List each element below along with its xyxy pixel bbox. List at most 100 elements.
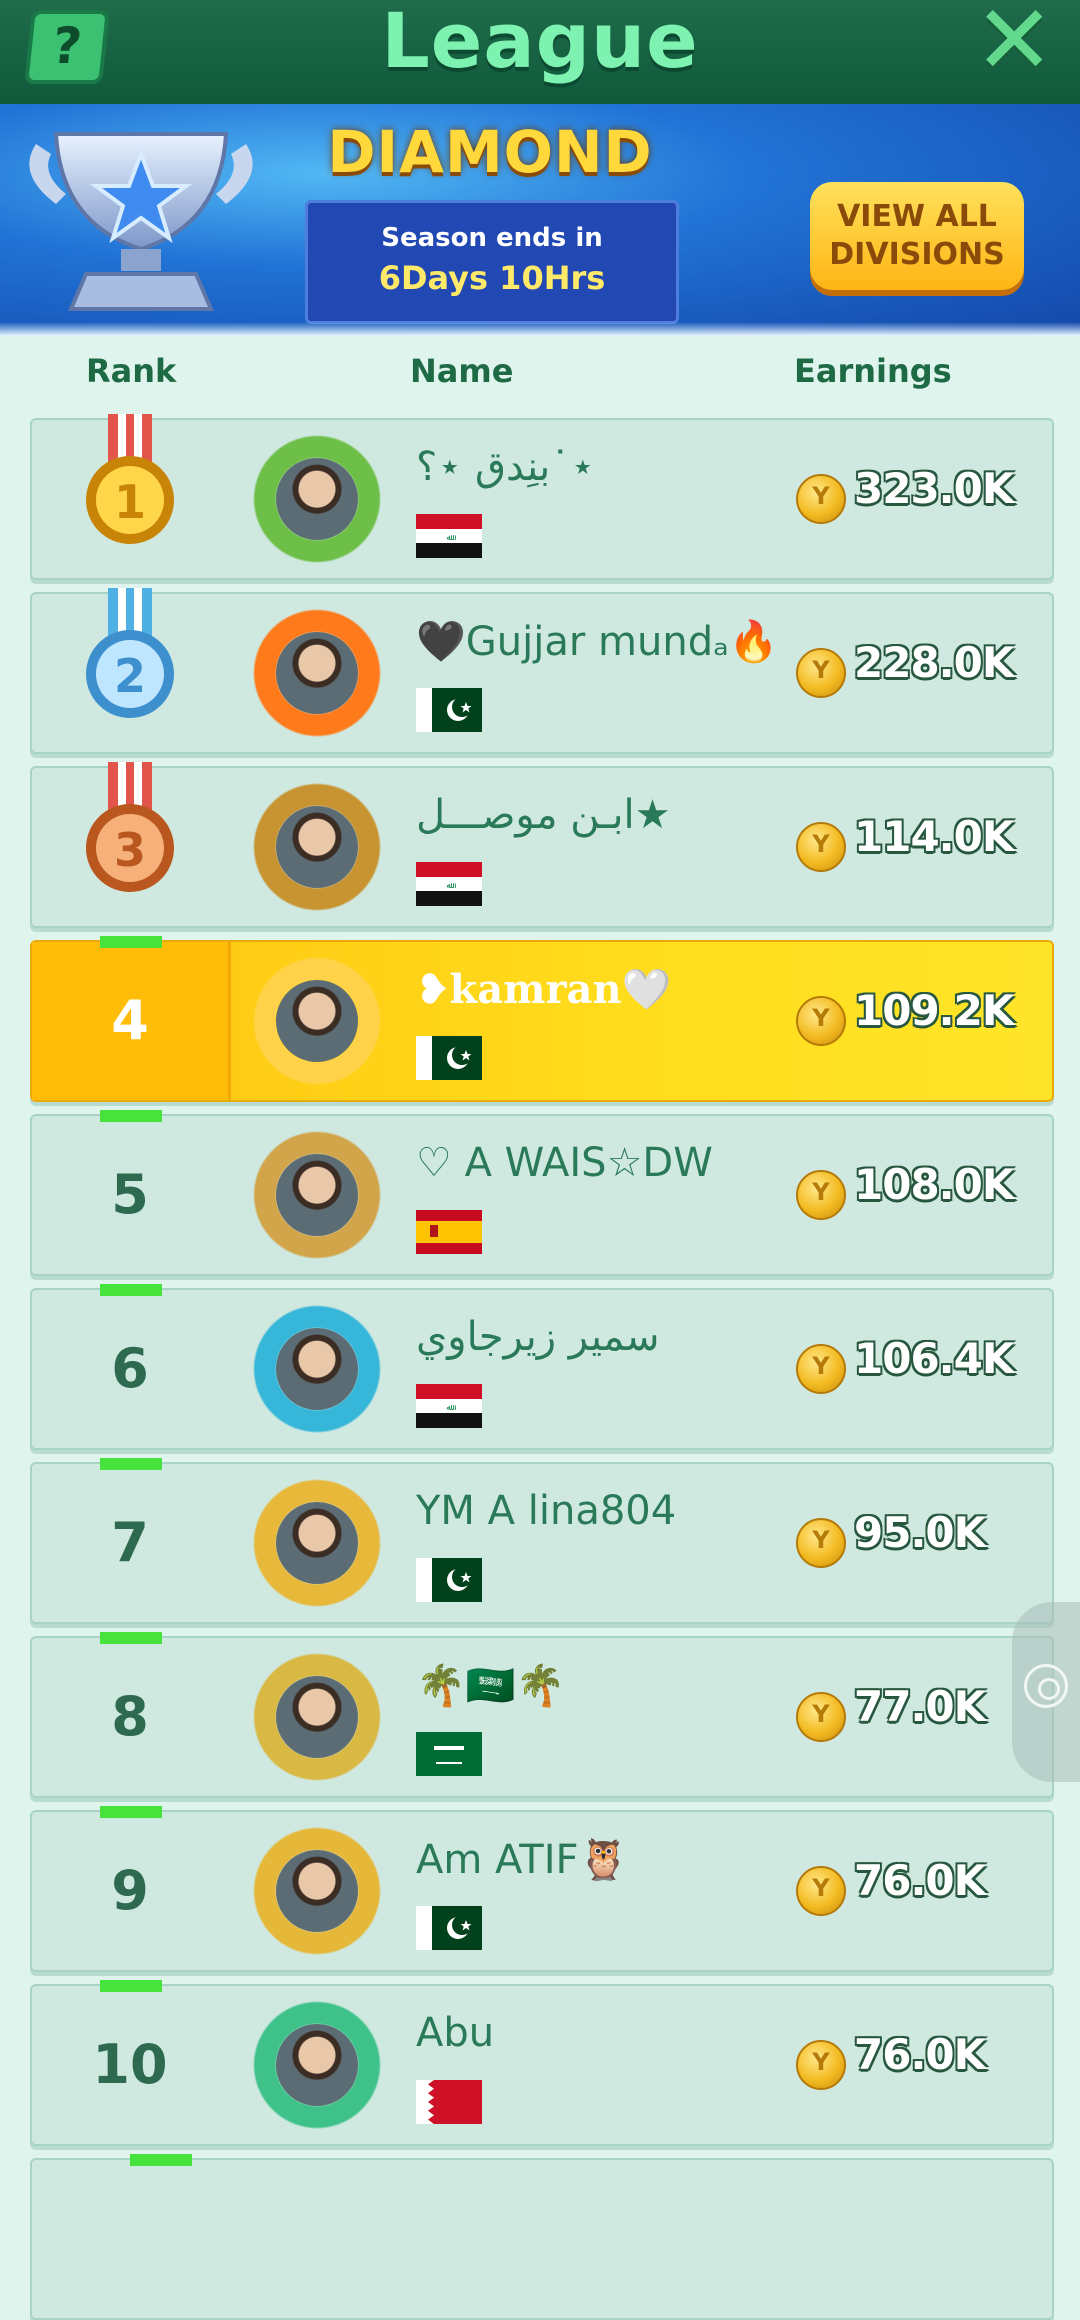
rank-change-indicator: [130, 2154, 192, 2166]
player-name: YM A lina804: [416, 1488, 677, 1534]
leaderboard-row[interactable]: 9 Am ATIF🦉 76.0K: [30, 1806, 1054, 1972]
earnings-value: 95.0K: [854, 1508, 986, 1557]
silver-medal-icon: 2: [82, 588, 178, 724]
avatar-photo: [276, 458, 358, 540]
rank-number: 8: [111, 1685, 149, 1748]
pakistan-flag-icon: [416, 1036, 482, 1080]
coin-icon: [796, 2040, 846, 2090]
leaderboard-row[interactable]: 2 🖤Gujjar mundₐ🔥 228.0K: [30, 588, 1054, 754]
rank-number: 5: [111, 1163, 149, 1226]
avatar-photo: [276, 2024, 358, 2106]
leaderboard-row-current-user[interactable]: 4 ❥kamran🤍 109.2K: [30, 936, 1054, 1102]
leaderboard-row[interactable]: 10 Abu 76.0K: [30, 1980, 1054, 2146]
svg-text:3: 3: [114, 823, 146, 877]
player-name: Abu: [416, 2010, 495, 2056]
assist-circle-icon: [1024, 1664, 1068, 1708]
iraq-flag-icon: ﷲ: [416, 514, 482, 558]
leaderboard-row[interactable]: 7 YM A lina804 95.0K: [30, 1458, 1054, 1624]
rank-number: 4: [111, 989, 149, 1052]
season-label: Season ends in: [381, 223, 603, 253]
pakistan-flag-icon: [416, 1906, 482, 1950]
leaderboard-row[interactable]: 8 🌴🇸🇦🌴 77.0K: [30, 1632, 1054, 1798]
rank-cell: 8: [32, 1632, 228, 1796]
league-banner: DIAMOND Season ends in 6Days 10Hrs VIEW …: [0, 104, 1080, 336]
earnings-value: 106.4K: [854, 1334, 1014, 1383]
avatar[interactable]: [250, 780, 384, 914]
rank-number: 9: [111, 1859, 149, 1922]
avatar[interactable]: [250, 1302, 384, 1436]
avatar-photo: [276, 806, 358, 888]
svg-text:1: 1: [114, 475, 146, 529]
leaderboard-row[interactable]: 3 ابـن موصـــل★ ﷲ 114.0K: [30, 762, 1054, 928]
leaderboard-row[interactable]: 6 سمير زيرجاوي ﷲ 106.4K: [30, 1284, 1054, 1450]
player-name: ابـن موصـــل★: [416, 792, 671, 838]
season-countdown: 6Days 10Hrs: [378, 259, 606, 297]
coin-icon: [796, 1344, 846, 1394]
avatar[interactable]: [250, 1824, 384, 1958]
spain-flag-icon: [416, 1210, 482, 1254]
avatar[interactable]: [250, 1998, 384, 2132]
bronze-medal-icon: 3: [82, 762, 178, 898]
rank-cell: 6: [32, 1284, 228, 1448]
pakistan-flag-icon: [416, 1558, 482, 1602]
rank-cell: 7: [32, 1458, 228, 1622]
player-name: بنِدق ⋆؟˙⋆: [416, 444, 596, 490]
coin-icon: [796, 1866, 846, 1916]
coin-icon: [796, 822, 846, 872]
bahrain-flag-icon: [416, 2080, 482, 2124]
player-name: 🖤Gujjar mundₐ🔥: [416, 619, 779, 665]
earnings-value: 76.0K: [854, 2030, 986, 2079]
saudi-flag-icon: [416, 1732, 482, 1776]
avatar-photo: [276, 1328, 358, 1410]
avatar[interactable]: [250, 954, 384, 1088]
leaderboard-row[interactable]: 5 ♡ A WAIS☆DW 108.0K: [30, 1110, 1054, 1276]
coin-icon: [796, 648, 846, 698]
avatar[interactable]: [250, 1128, 384, 1262]
season-timer: Season ends in 6Days 10Hrs: [305, 200, 679, 324]
leaderboard-row-partial[interactable]: [30, 2154, 1054, 2320]
player-name: 🌴🇸🇦🌴: [416, 1663, 566, 1709]
rank-number: 7: [111, 1511, 149, 1574]
rank-column-header: Rank: [86, 352, 177, 390]
page-title: League: [381, 0, 699, 85]
rank-number: 6: [111, 1337, 149, 1400]
diamond-trophy-icon: [29, 132, 253, 311]
coin-icon: [796, 996, 846, 1046]
gold-medal-icon: 1: [82, 414, 178, 550]
avatar[interactable]: [250, 432, 384, 566]
name-column-header: Name: [410, 352, 514, 390]
coin-icon: [796, 1518, 846, 1568]
avatar[interactable]: [250, 1476, 384, 1610]
rank-number: 10: [92, 2033, 168, 2096]
avatar-photo: [276, 980, 358, 1062]
avatar-photo: [276, 1676, 358, 1758]
floating-assist-handle[interactable]: [1012, 1602, 1080, 1782]
player-name: سمير زيرجاوي: [416, 1314, 660, 1360]
avatar-photo: [276, 1850, 358, 1932]
earnings-value: 109.2K: [854, 986, 1014, 1035]
leaderboard-row[interactable]: 1 بنِدق ⋆؟˙⋆ ﷲ 323.0K: [30, 414, 1054, 580]
earnings-value: 108.0K: [854, 1160, 1014, 1209]
avatar-photo: [276, 632, 358, 714]
rank-cell: 2: [32, 588, 228, 752]
earnings-value: 76.0K: [854, 1856, 986, 1905]
rank-cell: 1: [32, 414, 228, 578]
avatar[interactable]: [250, 606, 384, 740]
coin-icon: [796, 1692, 846, 1742]
rank-cell: 10: [32, 1980, 228, 2144]
earnings-value: 77.0K: [854, 1682, 986, 1731]
avatar[interactable]: [250, 1650, 384, 1784]
avatar-photo: [276, 1154, 358, 1236]
player-name: ♡ A WAIS☆DW: [416, 1140, 713, 1186]
close-button[interactable]: ✕: [974, 0, 1054, 88]
view-all-line2: DIVISIONS: [829, 237, 1005, 272]
svg-text:2: 2: [114, 649, 146, 703]
rank-cell: 5: [32, 1110, 228, 1274]
rank-cell: 9: [32, 1806, 228, 1970]
league-name: DIAMOND: [327, 118, 653, 186]
pakistan-flag-icon: [416, 688, 482, 732]
player-name: ❥kamran🤍: [416, 966, 672, 1013]
coin-icon: [796, 474, 846, 524]
view-all-divisions-button[interactable]: VIEW ALL DIVISIONS: [810, 182, 1024, 290]
top-bar: ? League ✕: [0, 0, 1080, 108]
